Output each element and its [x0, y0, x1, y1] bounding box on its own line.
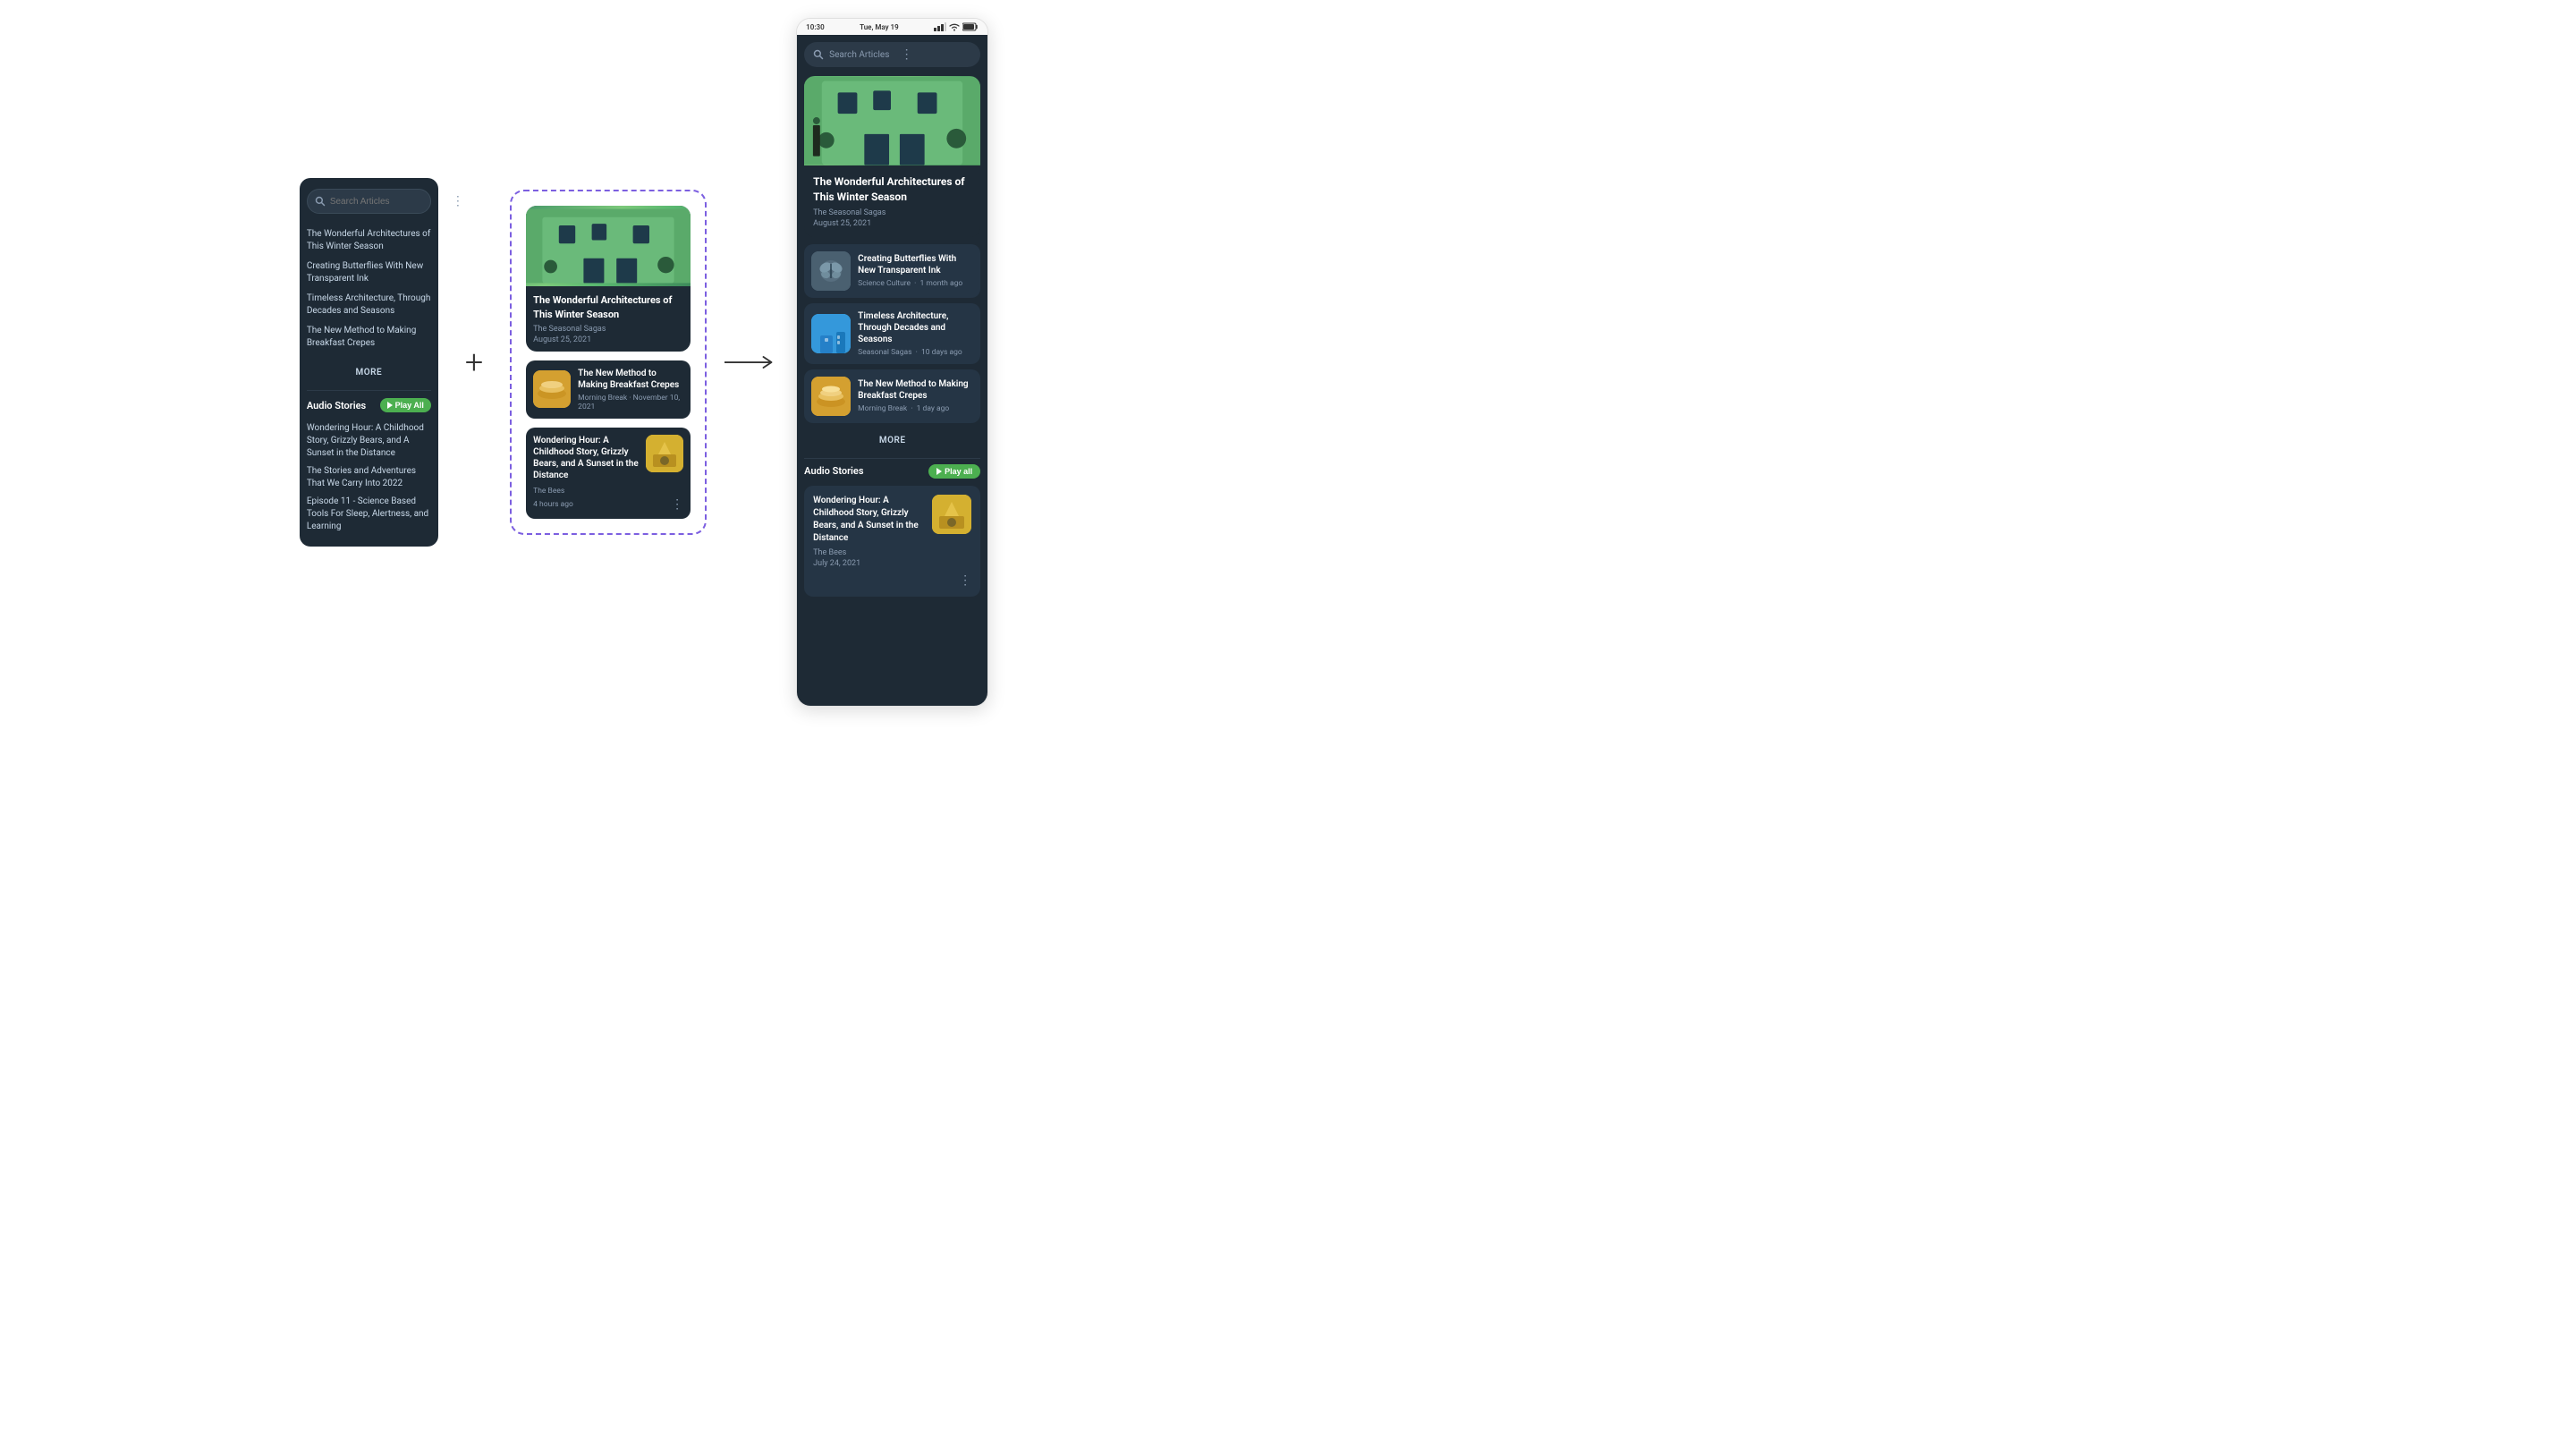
list-item[interactable]: Timeless Architecture, Through Decades a…: [307, 289, 431, 321]
audio-item[interactable]: The Stories and Adventures That We Carry…: [307, 462, 431, 493]
list-item[interactable]: Creating Butterflies With New Transparen…: [307, 257, 431, 289]
featured-card-title: The Wonderful Architectures of This Wint…: [533, 293, 683, 321]
right-audio-header: Audio Stories Play all: [804, 464, 980, 479]
battery-icon: [962, 22, 979, 31]
right-podcast-title: Wondering Hour: A Childhood Story, Grizz…: [813, 495, 925, 545]
left-article-list: The Wonderful Architectures of This Wint…: [307, 225, 431, 353]
butterflies-thumbnail: [811, 251, 851, 291]
right-podcast-subtitle: The Bees: [813, 548, 925, 557]
crepes-card-title: The New Method to Making Breakfast Crepe…: [578, 368, 683, 391]
right-podcast-thumbnail: [932, 495, 971, 534]
butterflies-card-title: Creating Butterflies With New Transparen…: [858, 253, 973, 276]
crepes-card-meta: Morning Break · November 10, 2021: [578, 394, 683, 411]
right-section-divider: [804, 458, 980, 459]
play-all-button[interactable]: Play All: [380, 398, 431, 412]
right-featured-date: August 25, 2021: [813, 219, 971, 228]
butterflies-card-meta: Science Culture · 1 month ago: [858, 279, 973, 288]
podcast-thumbnail: [646, 435, 683, 472]
right-crepes-thumbnail: [811, 377, 851, 416]
arrow-section: [724, 353, 778, 371]
podcast-subtitle: The Bees: [533, 487, 683, 496]
play-icon: [387, 402, 393, 409]
right-crepes-card-title: The New Method to Making Breakfast Crepe…: [858, 378, 973, 402]
audio-item[interactable]: Wondering Hour: A Childhood Story, Grizz…: [307, 420, 431, 462]
architecture-card-meta: Seasonal Sagas · 10 days ago: [858, 348, 973, 357]
podcast-card-title: Wondering Hour: A Childhood Story, Grizz…: [533, 435, 639, 481]
status-icons: [934, 22, 979, 31]
operator-section: +: [465, 343, 483, 381]
right-play-all-label: Play all: [945, 467, 972, 476]
right-crepes-card[interactable]: The New Method to Making Breakfast Crepe…: [804, 369, 980, 423]
search-icon: [315, 196, 326, 207]
plus-sign: +: [465, 343, 483, 381]
featured-article-card[interactable]: The Wonderful Architectures of This Wint…: [526, 206, 691, 352]
signal-icon: [934, 22, 946, 31]
right-crepes-card-meta: Morning Break · 1 day ago: [858, 404, 973, 413]
audio-item[interactable]: Episode 11 - Science Based Tools For Sle…: [307, 493, 431, 536]
featured-card-date: August 25, 2021: [533, 335, 683, 344]
podcast-more-icon[interactable]: ⋮: [671, 497, 683, 512]
right-featured-card[interactable]: The Wonderful Architectures of This Wint…: [804, 76, 980, 237]
featured-card-subtitle: The Seasonal Sagas: [533, 325, 683, 334]
crepes-article-card[interactable]: The New Method to Making Breakfast Crepe…: [526, 360, 691, 419]
right-phone: 10:30 Tue, May 19: [796, 18, 988, 707]
right-podcast-date: July 24, 2021: [813, 559, 925, 568]
architecture-thumbnail: [811, 314, 851, 353]
left-search-bar[interactable]: ⋮: [307, 189, 431, 214]
more-dots-icon[interactable]: ⋮: [452, 194, 464, 208]
audio-section-title: Audio Stories: [307, 400, 366, 411]
wifi-icon: [949, 22, 960, 31]
right-podcast-more-icon[interactable]: ⋮: [959, 573, 971, 588]
left-phone: ⋮ The Wonderful Architectures of This Wi…: [300, 178, 438, 547]
podcast-time-ago: 4 hours ago: [533, 500, 573, 509]
podcast-card[interactable]: Wondering Hour: A Childhood Story, Grizz…: [526, 428, 691, 519]
audio-section-header: Audio Stories Play All: [307, 398, 431, 412]
right-play-all-button[interactable]: Play all: [928, 464, 980, 479]
right-search-placeholder[interactable]: Search Articles: [829, 50, 901, 60]
status-time: 10:30: [806, 23, 824, 31]
status-bar: 10:30 Tue, May 19: [797, 19, 987, 35]
list-item[interactable]: The New Method to Making Breakfast Crepe…: [307, 321, 431, 353]
section-divider: [307, 390, 431, 391]
right-podcast-card[interactable]: Wondering Hour: A Childhood Story, Grizz…: [804, 486, 980, 597]
right-featured-title: The Wonderful Architectures of This Wint…: [813, 174, 971, 205]
architecture-card-title: Timeless Architecture, Through Decades a…: [858, 310, 973, 345]
right-featured-subtitle: The Seasonal Sagas: [813, 208, 971, 217]
featured-card-image: [526, 206, 691, 286]
crepes-thumbnail: [533, 370, 571, 408]
right-search-bar[interactable]: Search Articles ⋮: [804, 42, 980, 67]
architecture-card[interactable]: Timeless Architecture, Through Decades a…: [804, 303, 980, 364]
card-container: The Wonderful Architectures of This Wint…: [510, 190, 707, 535]
right-more-dots-icon[interactable]: ⋮: [901, 47, 972, 62]
status-date: Tue, May 19: [860, 23, 899, 31]
right-more-button[interactable]: MORE: [804, 428, 980, 453]
right-featured-image: [804, 76, 980, 165]
right-play-icon: [936, 468, 942, 475]
right-audio-title: Audio Stories: [804, 465, 863, 477]
list-item[interactable]: The Wonderful Architectures of This Wint…: [307, 225, 431, 257]
play-all-label: Play All: [395, 401, 424, 410]
right-search-icon: [813, 49, 824, 60]
right-arrow-icon: [724, 353, 778, 371]
butterflies-card[interactable]: Creating Butterflies With New Transparen…: [804, 244, 980, 298]
left-more-button[interactable]: MORE: [307, 362, 431, 383]
left-search-input[interactable]: [330, 197, 448, 207]
phone-content: Search Articles ⋮: [797, 35, 987, 706]
